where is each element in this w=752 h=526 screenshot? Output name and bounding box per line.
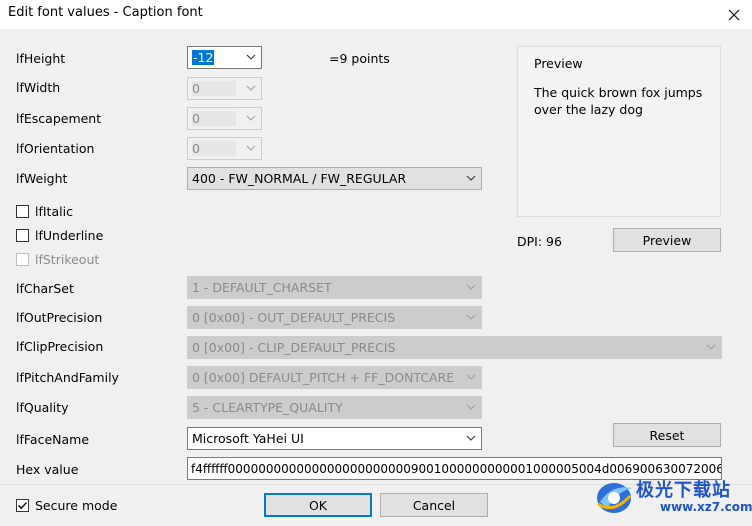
chevron-down-icon xyxy=(466,435,476,441)
lfunderline-checkbox[interactable] xyxy=(16,229,29,242)
points-readout: =9 points xyxy=(329,51,390,66)
preview-panel xyxy=(517,46,721,217)
lfescapement-combo[interactable]: 0 xyxy=(187,107,262,130)
hex-label: Hex value xyxy=(16,462,79,477)
lffacename-label: lfFaceName xyxy=(16,432,90,447)
close-icon xyxy=(728,9,740,20)
lfoutprecision-label: lfOutPrecision xyxy=(16,310,103,325)
lfwidth-value: 0 xyxy=(192,81,236,96)
watermark-cn-text: 极光下载站 xyxy=(636,480,731,501)
lfcharset-value: 1 - DEFAULT_CHARSET xyxy=(192,280,332,295)
lfescapement-value: 0 xyxy=(192,111,236,126)
close-button[interactable] xyxy=(716,0,752,29)
chevron-down-icon xyxy=(466,175,476,181)
hex-value: f4ffffff00000000000000000000000090010000… xyxy=(191,461,722,476)
lforientation-combo[interactable]: 0 xyxy=(187,137,262,160)
preview-sample-text: The quick brown fox jumps over the lazy … xyxy=(534,85,703,117)
lfquality-value: 5 - CLEARTYPE_QUALITY xyxy=(192,400,343,415)
lffacename-combo[interactable]: Microsoft YaHei UI xyxy=(187,427,482,450)
lfitalic-label: lfItalic xyxy=(35,204,73,219)
watermark-logo-icon xyxy=(592,474,636,518)
lffacename-value: Microsoft YaHei UI xyxy=(192,431,304,446)
lforientation-label: lfOrientation xyxy=(16,141,95,156)
chevron-down-icon xyxy=(246,115,256,121)
lfwidth-label: lfWidth xyxy=(16,80,61,95)
lfitalic-checkbox[interactable] xyxy=(16,205,29,218)
lfstrikeout-checkbox[interactable] xyxy=(16,253,29,266)
chevron-down-icon xyxy=(246,54,256,60)
chevron-down-icon xyxy=(466,404,476,410)
lfclipprecision-label: lfClipPrecision xyxy=(16,339,104,354)
lfclipprecision-value: 0 [0x00] - CLIP_DEFAULT_PRECIS xyxy=(192,340,396,355)
window-title: Edit font values - Caption font xyxy=(8,5,203,20)
chevron-down-icon xyxy=(466,314,476,320)
lfpitchandfamily-combo[interactable]: 0 [0x00] DEFAULT_PITCH + FF_DONTCARE xyxy=(187,366,482,389)
reset-button[interactable]: Reset xyxy=(613,423,721,447)
preview-heading: Preview xyxy=(534,56,583,71)
secure-mode-checkbox[interactable] xyxy=(16,499,29,512)
chevron-down-icon xyxy=(246,85,256,91)
lfunderline-label: lfUnderline xyxy=(35,228,104,243)
chevron-down-icon xyxy=(466,374,476,380)
lfweight-label: lfWeight xyxy=(16,171,68,186)
ok-button[interactable]: OK xyxy=(264,493,372,517)
lfquality-combo[interactable]: 5 - CLEARTYPE_QUALITY xyxy=(187,396,482,419)
lfquality-label: lfQuality xyxy=(16,400,69,415)
lfcharset-combo[interactable]: 1 - DEFAULT_CHARSET xyxy=(187,276,482,299)
lfoutprecision-value: 0 [0x00] - OUT_DEFAULT_PRECIS xyxy=(192,310,396,325)
dpi-readout: DPI: 96 xyxy=(517,234,562,249)
lfheight-value: -12 xyxy=(192,50,215,65)
lfclipprecision-combo[interactable]: 0 [0x00] - CLIP_DEFAULT_PRECIS xyxy=(187,336,722,359)
lforientation-value: 0 xyxy=(192,141,236,156)
chevron-down-icon xyxy=(246,145,256,151)
chevron-down-icon xyxy=(466,284,476,290)
lfweight-value: 400 - FW_NORMAL / FW_REGULAR xyxy=(192,171,407,186)
lfpitchandfamily-value: 0 [0x00] DEFAULT_PITCH + FF_DONTCARE xyxy=(192,370,455,385)
lfoutprecision-combo[interactable]: 0 [0x00] - OUT_DEFAULT_PRECIS xyxy=(187,306,482,329)
chevron-down-icon xyxy=(706,344,716,350)
lfstrikeout-label: lfStrikeout xyxy=(35,252,100,267)
lfpitchandfamily-label: lfPitchAndFamily xyxy=(16,370,119,385)
lfescapement-label: lfEscapement xyxy=(16,111,102,126)
lfweight-combo[interactable]: 400 - FW_NORMAL / FW_REGULAR xyxy=(187,167,482,190)
lfwidth-combo[interactable]: 0 xyxy=(187,77,262,100)
lfheight-label: lfHeight xyxy=(16,51,66,66)
checkmark-icon xyxy=(17,501,28,510)
cancel-button[interactable]: Cancel xyxy=(380,493,488,517)
lfcharset-label: lfCharSet xyxy=(16,281,74,296)
secure-mode-label: Secure mode xyxy=(35,498,118,513)
preview-button[interactable]: Preview xyxy=(613,228,721,252)
lfheight-combo[interactable]: -12 xyxy=(187,46,262,69)
watermark-url-text: www.xz7.com xyxy=(660,500,752,514)
